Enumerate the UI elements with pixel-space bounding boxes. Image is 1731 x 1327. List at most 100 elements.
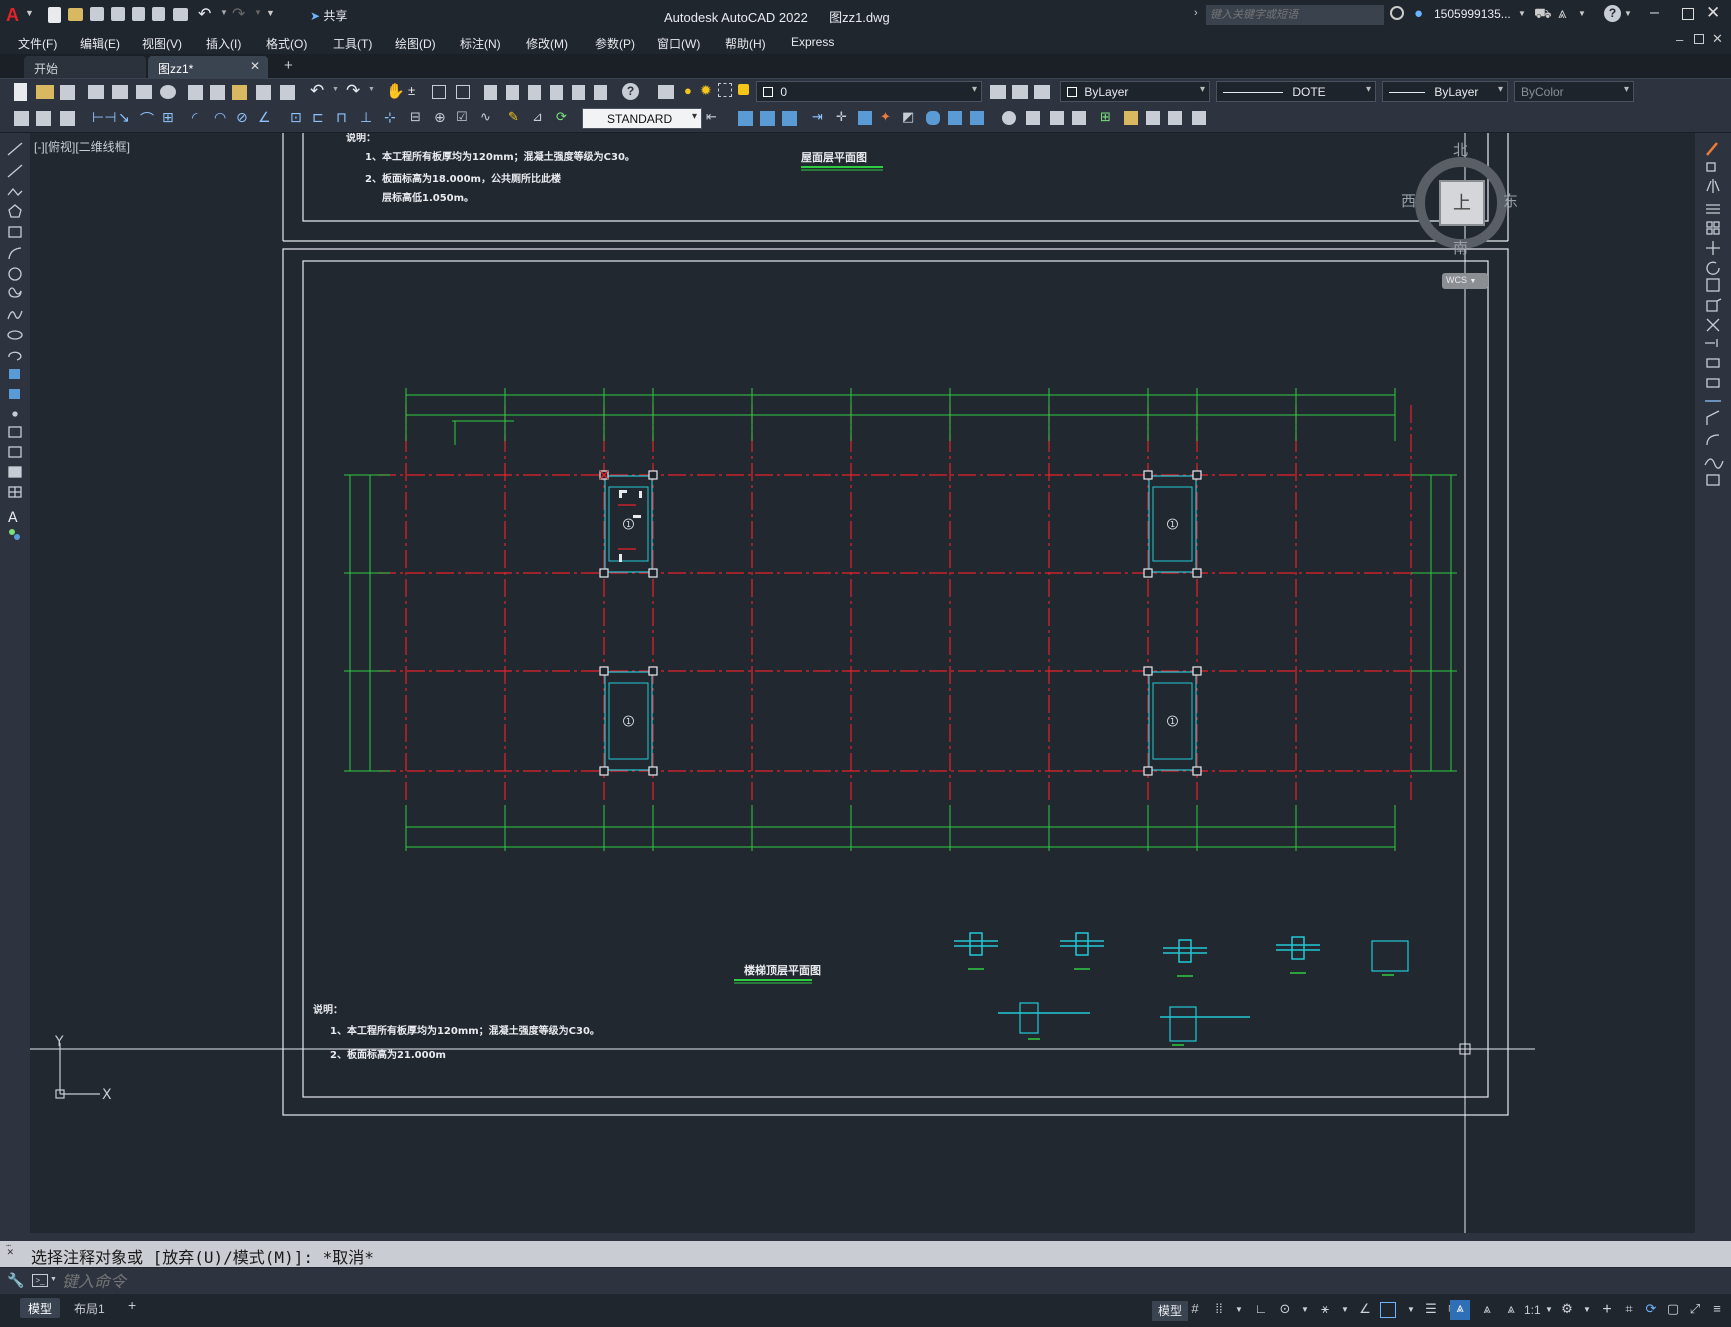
annotation-scale-dropdown-icon[interactable]: ▼	[1540, 1305, 1558, 1323]
circle-tool-icon[interactable]	[8, 267, 22, 281]
plot-icon[interactable]	[173, 8, 188, 21]
rotate-tool-icon[interactable]	[1706, 261, 1720, 275]
maximize-icon[interactable]	[1682, 8, 1694, 20]
undo-icon[interactable]: ↶	[198, 4, 211, 24]
copy-tool-icon[interactable]	[1706, 162, 1716, 172]
section-icon[interactable]	[970, 111, 984, 125]
viewcube-south[interactable]: 南	[1453, 237, 1468, 258]
calculator-icon[interactable]	[594, 85, 607, 100]
offset-tool-icon[interactable]	[1706, 204, 1720, 214]
rectangle-tool-icon[interactable]	[8, 226, 22, 238]
publish-icon[interactable]	[136, 85, 152, 99]
slice-icon[interactable]	[948, 111, 962, 125]
auto-scale-icon[interactable]: ⩓	[1478, 1301, 1496, 1319]
menu-format[interactable]: 格式(O)	[266, 35, 307, 52]
spline-tool-icon[interactable]	[7, 310, 23, 320]
menu-help[interactable]: 帮助(H)	[725, 35, 766, 52]
save-tb-icon[interactable]	[60, 85, 75, 100]
viewcube-top-face[interactable]: 上	[1439, 180, 1485, 226]
plot-preview-icon[interactable]	[112, 85, 128, 99]
jogged-linear-icon[interactable]: ∿	[480, 109, 491, 125]
match-properties-icon[interactable]	[256, 85, 271, 100]
user-name[interactable]: 1505999135...	[1434, 7, 1511, 21]
qnew-icon[interactable]	[14, 83, 27, 101]
save-web-icon[interactable]	[152, 7, 165, 21]
menu-insert[interactable]: 插入(I)	[206, 35, 241, 52]
tool-palettes-icon[interactable]	[528, 85, 541, 100]
workspace-dropdown-icon[interactable]: ▼	[1578, 1305, 1596, 1323]
polar-dropdown-icon[interactable]: ▼	[1296, 1305, 1314, 1323]
user-dropdown-icon[interactable]: ▼	[1518, 9, 1526, 18]
customize-qat-icon[interactable]: ▼	[266, 8, 275, 18]
box-icon[interactable]	[738, 111, 753, 126]
object-snap-icon[interactable]	[1380, 1302, 1396, 1318]
extrude-icon[interactable]	[858, 111, 872, 125]
dim-linear-icon[interactable]: ⊢⊣	[92, 109, 116, 126]
redo-icon[interactable]: ↷	[232, 4, 245, 24]
customization-icon[interactable]: ⤢	[1686, 1301, 1704, 1319]
clean-icon[interactable]	[1072, 111, 1086, 125]
inspection-icon[interactable]: ☑	[456, 109, 468, 125]
menu-file[interactable]: 文件(F)	[18, 35, 57, 52]
help-dropdown-icon[interactable]: ▼	[1624, 9, 1632, 18]
tab-drawing-zz1[interactable]: 图zz1* ✕	[148, 56, 268, 78]
color-combo[interactable]: ByLayer ▾	[1060, 81, 1210, 102]
ellipse-tool-icon[interactable]	[7, 330, 23, 340]
dim-update-icon[interactable]: ⟳	[556, 109, 567, 125]
mirror-tool-icon[interactable]	[1706, 179, 1720, 193]
dim-text-edit-icon[interactable]: ⊿	[532, 109, 543, 125]
layer-properties-icon[interactable]	[658, 85, 674, 99]
layer-combo[interactable]: 0 ▾	[756, 81, 982, 102]
fillet-tool-icon[interactable]	[1706, 434, 1720, 446]
paste-icon[interactable]	[232, 85, 247, 100]
block-editor-icon[interactable]	[280, 85, 295, 100]
mirror-icon[interactable]	[1146, 111, 1160, 125]
dim-arc-icon[interactable]: ⌒	[140, 109, 154, 129]
dim-edit-icon[interactable]: ✎	[508, 109, 519, 125]
status-model-space-button[interactable]: 模型	[1152, 1301, 1189, 1321]
chamfer-tool-icon[interactable]	[1706, 410, 1720, 425]
quick-properties-icon[interactable]: ⟳	[1642, 1301, 1660, 1319]
share-button[interactable]: ➤ 共享	[310, 7, 347, 24]
units-icon[interactable]: ⌗	[1620, 1301, 1638, 1319]
isodraft-icon[interactable]: ⚹	[1316, 1301, 1334, 1319]
move-tool-icon[interactable]	[1706, 241, 1720, 255]
redo-tb-icon[interactable]: ↷	[346, 81, 360, 101]
viewcube-west[interactable]: 西	[1401, 190, 1416, 211]
express-tools-icon[interactable]	[60, 111, 75, 126]
draworder-icon[interactable]	[14, 111, 29, 126]
revcloud-icon[interactable]	[8, 287, 22, 298]
menu-view[interactable]: 视图(V)	[142, 35, 182, 52]
undo-tb-dropdown-icon[interactable]: ▼	[332, 86, 339, 93]
menu-tools[interactable]: 工具(T)	[333, 35, 372, 52]
erase-tool-icon[interactable]	[1706, 142, 1718, 156]
close-icon[interactable]: ✕	[1706, 3, 1720, 23]
trim-tool-icon[interactable]	[1706, 318, 1720, 332]
dim-break-icon[interactable]: ⊹	[384, 109, 396, 126]
menu-edit[interactable]: 编辑(E)	[80, 35, 120, 52]
open-web-icon[interactable]	[132, 7, 145, 21]
sheet-set-icon[interactable]	[550, 85, 563, 100]
annotation-visibility-icon[interactable]: ⩓	[1450, 1300, 1470, 1320]
design-center-icon[interactable]	[506, 85, 519, 100]
osnap-dropdown-icon[interactable]: ▼	[1402, 1305, 1420, 1323]
subtract-icon[interactable]	[782, 111, 797, 126]
break-tool-icon[interactable]	[1706, 378, 1720, 388]
dim-continue-icon[interactable]: ⊓	[336, 109, 347, 126]
menu-draw[interactable]: 绘图(D)	[395, 35, 436, 52]
redo-tb-dropdown-icon[interactable]: ▼	[368, 86, 375, 93]
undo-dropdown-icon[interactable]: ▼	[220, 8, 228, 17]
gradient-tool-icon[interactable]	[8, 446, 22, 458]
viewcube-east[interactable]: 东	[1503, 190, 1518, 211]
quick-dim-icon[interactable]: ⊡	[290, 109, 302, 126]
attach-image-icon[interactable]	[1124, 111, 1138, 125]
help-icon[interactable]: ?	[1604, 5, 1621, 22]
autocad-logo-icon[interactable]: A	[6, 5, 22, 25]
annotation-monitor-icon[interactable]: +	[1598, 1301, 1616, 1319]
copy-icon[interactable]	[210, 85, 225, 100]
insert-block-tool-icon[interactable]	[9, 369, 20, 379]
layer-viewport-freeze-icon[interactable]	[718, 83, 732, 97]
isodraft-dropdown-icon[interactable]: ▼	[1336, 1305, 1354, 1323]
view-manager-icon[interactable]	[1168, 111, 1182, 125]
move-3d-icon[interactable]: ✛	[836, 109, 847, 125]
